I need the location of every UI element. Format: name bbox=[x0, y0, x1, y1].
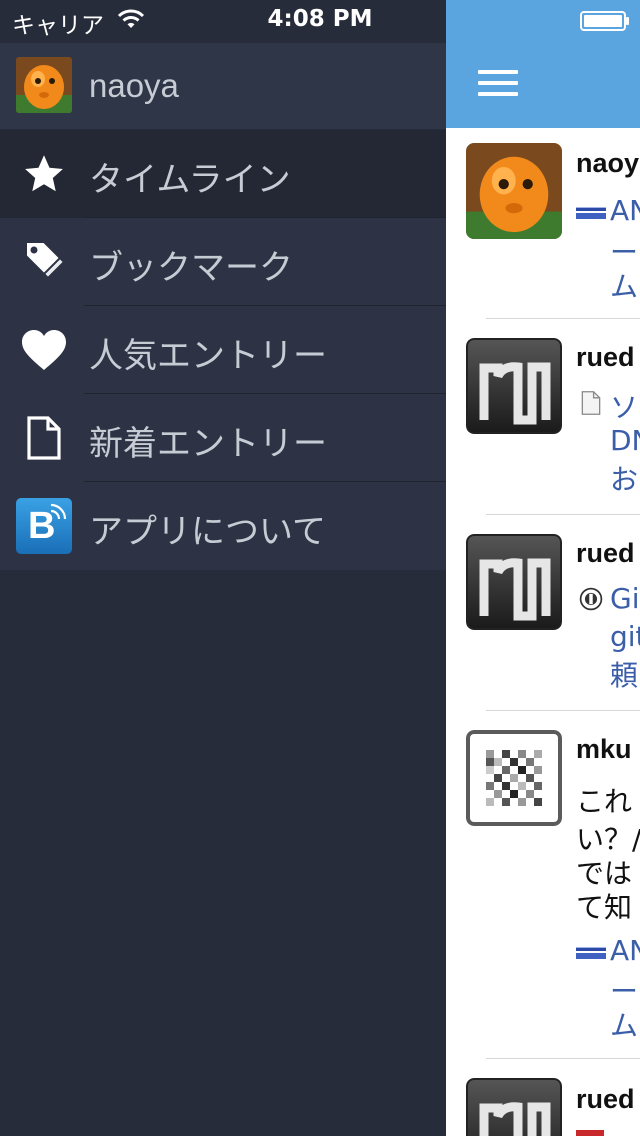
document-icon bbox=[16, 410, 72, 466]
username[interactable]: naoy bbox=[576, 148, 639, 179]
divider bbox=[486, 710, 640, 711]
divider bbox=[486, 1058, 640, 1059]
menu-item-bookmark[interactable]: ブックマーク bbox=[0, 218, 446, 306]
status-time: 4:08 PM bbox=[267, 6, 373, 32]
battery-icon bbox=[580, 11, 629, 31]
comment-text: て知 bbox=[576, 891, 633, 924]
github-favicon-icon bbox=[579, 587, 603, 611]
entry-title[interactable]: git bbox=[610, 620, 640, 653]
site-favicon-icon bbox=[576, 947, 606, 959]
avatar[interactable] bbox=[466, 730, 562, 826]
hatena-bookmark-icon: B bbox=[16, 498, 72, 554]
menu-label-bookmark: ブックマーク bbox=[89, 248, 293, 288]
divider bbox=[486, 514, 640, 515]
avatar[interactable] bbox=[466, 1078, 562, 1136]
hamburger-menu-icon[interactable] bbox=[478, 70, 518, 96]
document-icon bbox=[581, 391, 601, 415]
menu-label-timeline: タイムライン bbox=[89, 160, 291, 200]
entry-title[interactable]: DN bbox=[610, 424, 640, 457]
entry-title[interactable]: ム bbox=[610, 1004, 638, 1044]
timeline-panel: naoy AN ー ム rued ソ DN お rued Git git 頼 bbox=[446, 0, 640, 1136]
side-menu: naoya タイムライン ブックマーク 人気エントリー 新着エントリー B アプ… bbox=[0, 0, 446, 1136]
entry-title[interactable]: 頼 bbox=[610, 654, 638, 694]
status-bar: キャリア 4:08 PM bbox=[0, 0, 640, 40]
entry-title[interactable]: ソ bbox=[610, 386, 638, 426]
site-favicon-icon bbox=[576, 1130, 604, 1136]
profile-row[interactable]: naoya bbox=[0, 43, 446, 129]
avatar[interactable] bbox=[466, 338, 562, 434]
entry-title[interactable]: AN bbox=[610, 934, 640, 967]
username[interactable]: rued bbox=[576, 538, 635, 569]
menu-item-about[interactable]: B アプリについて bbox=[0, 482, 446, 570]
menu-label-new: 新着エントリー bbox=[89, 424, 327, 464]
star-icon bbox=[16, 146, 72, 202]
heart-icon bbox=[16, 322, 72, 378]
divider bbox=[486, 318, 640, 319]
entry-title[interactable]: AN bbox=[610, 194, 640, 227]
menu-label-popular: 人気エントリー bbox=[89, 336, 327, 376]
profile-name: naoya bbox=[89, 67, 179, 104]
username[interactable]: mku bbox=[576, 734, 632, 765]
profile-avatar bbox=[16, 57, 72, 113]
username[interactable]: rued bbox=[576, 1084, 635, 1115]
menu-item-timeline[interactable]: タイムライン bbox=[0, 130, 446, 218]
menu-item-new[interactable]: 新着エントリー bbox=[0, 394, 446, 482]
menu-item-popular[interactable]: 人気エントリー bbox=[0, 306, 446, 394]
avatar[interactable] bbox=[466, 143, 562, 239]
comment-text: これ bbox=[576, 785, 633, 818]
entry-title[interactable]: Git bbox=[610, 582, 640, 615]
menu-label-about: アプリについて bbox=[89, 512, 326, 552]
tag-icon bbox=[16, 234, 72, 290]
entry-title[interactable]: ム bbox=[610, 265, 638, 305]
site-favicon-icon bbox=[576, 207, 606, 219]
avatar[interactable] bbox=[466, 534, 562, 630]
username[interactable]: rued bbox=[576, 342, 635, 373]
entry-title[interactable]: お bbox=[610, 458, 638, 498]
